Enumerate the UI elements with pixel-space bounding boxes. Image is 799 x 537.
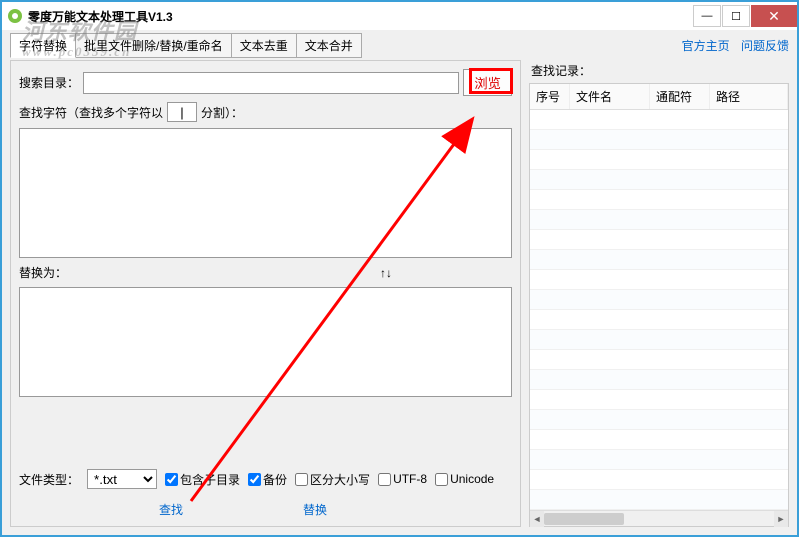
- table-row: [530, 170, 788, 190]
- table-row: [530, 350, 788, 370]
- cb-case[interactable]: 区分大小写: [295, 471, 370, 488]
- replace-label: 替换为：: [19, 264, 67, 281]
- content-area: 字符替换 批里文件删除/替换/重命名 文本去重 文本合并 官方主页 问题反馈 搜…: [2, 30, 797, 535]
- table-row: [530, 330, 788, 350]
- search-dir-label: 搜索目录：: [19, 74, 79, 91]
- table-row: [530, 230, 788, 250]
- table-row: [530, 110, 788, 130]
- table-row: [530, 210, 788, 230]
- table-row: [530, 370, 788, 390]
- titlebar: 零度万能文本处理工具V1.3 — ☐ ✕: [2, 2, 797, 30]
- window-title: 零度万能文本处理工具V1.3: [28, 8, 693, 25]
- replace-action[interactable]: 替换: [303, 501, 327, 518]
- tab-dedup[interactable]: 文本去重: [231, 33, 297, 58]
- scroll-left-icon[interactable]: ◄: [530, 511, 544, 527]
- table-row: [530, 130, 788, 150]
- browse-button[interactable]: 浏览: [463, 69, 512, 96]
- table-header: 序号 文件名 通配符 路径: [530, 84, 788, 110]
- cb-unicode[interactable]: Unicode: [435, 472, 494, 486]
- col-wildcard[interactable]: 通配符: [650, 84, 710, 109]
- filetype-row: 文件类型： *.txt 包含子目录 备份 区分大小写 UTF-8 Unicode: [19, 469, 512, 489]
- find-textarea[interactable]: [19, 128, 512, 258]
- app-window: 零度万能文本处理工具V1.3 — ☐ ✕ 河东软件园 www.pc0359.cn…: [0, 0, 799, 537]
- tab-char-replace[interactable]: 字符替换: [10, 33, 76, 58]
- horizontal-scrollbar[interactable]: ◄ ►: [530, 510, 788, 526]
- scroll-right-icon[interactable]: ►: [774, 511, 788, 527]
- table-row: [530, 430, 788, 450]
- table-row: [530, 490, 788, 510]
- table-row: [530, 410, 788, 430]
- find-char-label-post: 分割）：: [201, 104, 243, 121]
- records-title: 查找记录：: [529, 60, 789, 83]
- table-row: [530, 190, 788, 210]
- table-row: [530, 270, 788, 290]
- col-path[interactable]: 路径: [710, 84, 788, 109]
- replace-label-row: 替换为： ↑↓: [19, 264, 512, 281]
- filetype-label: 文件类型：: [19, 471, 79, 488]
- cb-utf8[interactable]: UTF-8: [378, 472, 427, 486]
- table-row: [530, 310, 788, 330]
- link-homepage[interactable]: 官方主页: [682, 39, 730, 53]
- table-row: [530, 250, 788, 270]
- cb-include-sub[interactable]: 包含子目录: [165, 471, 240, 488]
- search-dir-row: 搜索目录： 浏览: [19, 69, 512, 96]
- top-row: 字符替换 批里文件删除/替换/重命名 文本去重 文本合并 官方主页 问题反馈: [10, 34, 789, 56]
- table-row: [530, 290, 788, 310]
- main-area: 搜索目录： 浏览 查找字符（查找多个字符以 分割）： 替换为： ↑↓: [10, 60, 789, 527]
- right-panel: 查找记录： 序号 文件名 通配符 路径: [529, 60, 789, 527]
- table-row: [530, 150, 788, 170]
- table-row: [530, 390, 788, 410]
- records-table: 序号 文件名 通配符 路径: [529, 83, 789, 527]
- search-dir-input[interactable]: [83, 72, 459, 94]
- tabs: 字符替换 批里文件删除/替换/重命名 文本去重 文本合并: [10, 33, 361, 58]
- cb-backup[interactable]: 备份: [248, 471, 287, 488]
- replace-textarea[interactable]: [19, 287, 512, 397]
- col-filename[interactable]: 文件名: [570, 84, 650, 109]
- tab-batch-file[interactable]: 批里文件删除/替换/重命名: [75, 33, 232, 58]
- app-icon: [8, 9, 22, 23]
- maximize-button[interactable]: ☐: [722, 5, 750, 27]
- tab-merge[interactable]: 文本合并: [296, 33, 362, 58]
- header-links: 官方主页 问题反馈: [674, 37, 789, 54]
- link-feedback[interactable]: 问题反馈: [741, 39, 789, 53]
- find-char-row: 查找字符（查找多个字符以 分割）：: [19, 102, 512, 122]
- left-panel: 搜索目录： 浏览 查找字符（查找多个字符以 分割）： 替换为： ↑↓: [10, 60, 521, 527]
- action-row: 查找 替换: [19, 501, 512, 518]
- find-action[interactable]: 查找: [159, 501, 183, 518]
- col-index[interactable]: 序号: [530, 84, 570, 109]
- table-row: [530, 470, 788, 490]
- minimize-button[interactable]: —: [693, 5, 721, 27]
- window-controls: — ☐ ✕: [693, 5, 797, 27]
- swap-arrows-icon[interactable]: ↑↓: [380, 266, 392, 280]
- find-char-label-pre: 查找字符（查找多个字符以: [19, 104, 163, 121]
- separator-input[interactable]: [167, 102, 197, 122]
- scroll-thumb[interactable]: [544, 513, 624, 525]
- filetype-select[interactable]: *.txt: [87, 469, 157, 489]
- table-row: [530, 450, 788, 470]
- close-button[interactable]: ✕: [751, 5, 797, 27]
- table-body: [530, 110, 788, 510]
